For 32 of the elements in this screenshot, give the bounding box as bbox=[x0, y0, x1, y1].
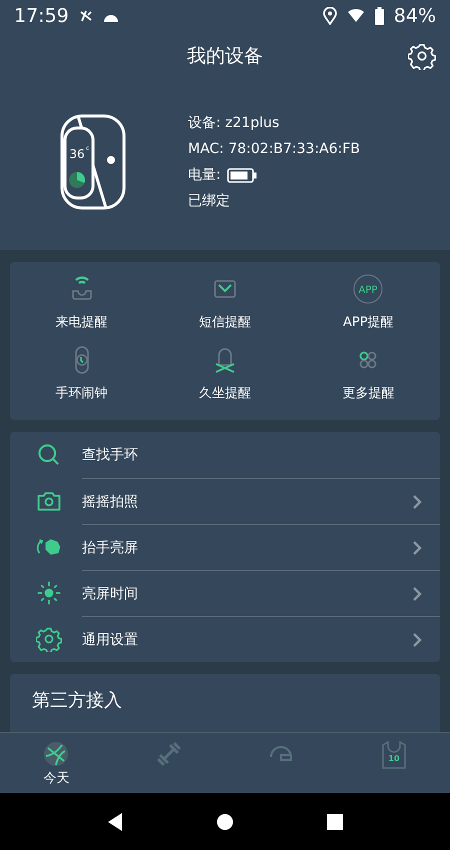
wifi-icon bbox=[346, 8, 365, 24]
reminder-item[interactable]: 来电提醒 bbox=[10, 274, 154, 331]
settings-icon bbox=[408, 42, 436, 70]
menu-item[interactable]: 抬手亮屏 bbox=[82, 538, 412, 556]
status-time: 17:59 bbox=[14, 5, 69, 27]
reminder-item[interactable]: 手环闹钟 bbox=[10, 345, 154, 402]
settings-icon bbox=[36, 626, 62, 652]
battery-percent: 84% bbox=[394, 5, 436, 27]
nav-tab[interactable]: 今天 bbox=[43, 769, 70, 787]
menu-item[interactable]: 通用设置 bbox=[82, 630, 412, 648]
page-title: 我的设备 bbox=[187, 44, 263, 69]
back-icon bbox=[106, 812, 124, 832]
battery-icon bbox=[374, 7, 384, 25]
reminder-item[interactable]: 久坐提醒 bbox=[153, 345, 297, 402]
menu-item[interactable]: 摇摇拍照 bbox=[82, 492, 412, 510]
reminder-item[interactable]: 更多提醒 bbox=[296, 345, 440, 402]
section-title: 第三方接入 bbox=[32, 690, 122, 711]
battery-icon bbox=[226, 168, 257, 182]
bind-status: 已绑定 bbox=[188, 193, 231, 209]
device-name: 设备: z21plus bbox=[188, 115, 280, 131]
battery-label: 电量: bbox=[188, 167, 221, 183]
location-icon bbox=[322, 7, 337, 25]
reminder-item[interactable]: 短信提醒 bbox=[153, 274, 297, 331]
menu-item[interactable]: 亮屏时间 bbox=[82, 584, 412, 602]
reminder-item[interactable]: APP APP提醒 bbox=[296, 274, 440, 331]
menu-item[interactable]: 查找手环 bbox=[82, 446, 422, 464]
sun-icon bbox=[36, 580, 62, 606]
app-icon: APP bbox=[353, 274, 384, 304]
jersey-icon: 10 bbox=[380, 741, 407, 769]
recents-icon bbox=[326, 812, 344, 830]
mac-address: MAC: 78:02:B7:33:A6:FB bbox=[188, 141, 360, 157]
home-icon bbox=[214, 812, 235, 832]
